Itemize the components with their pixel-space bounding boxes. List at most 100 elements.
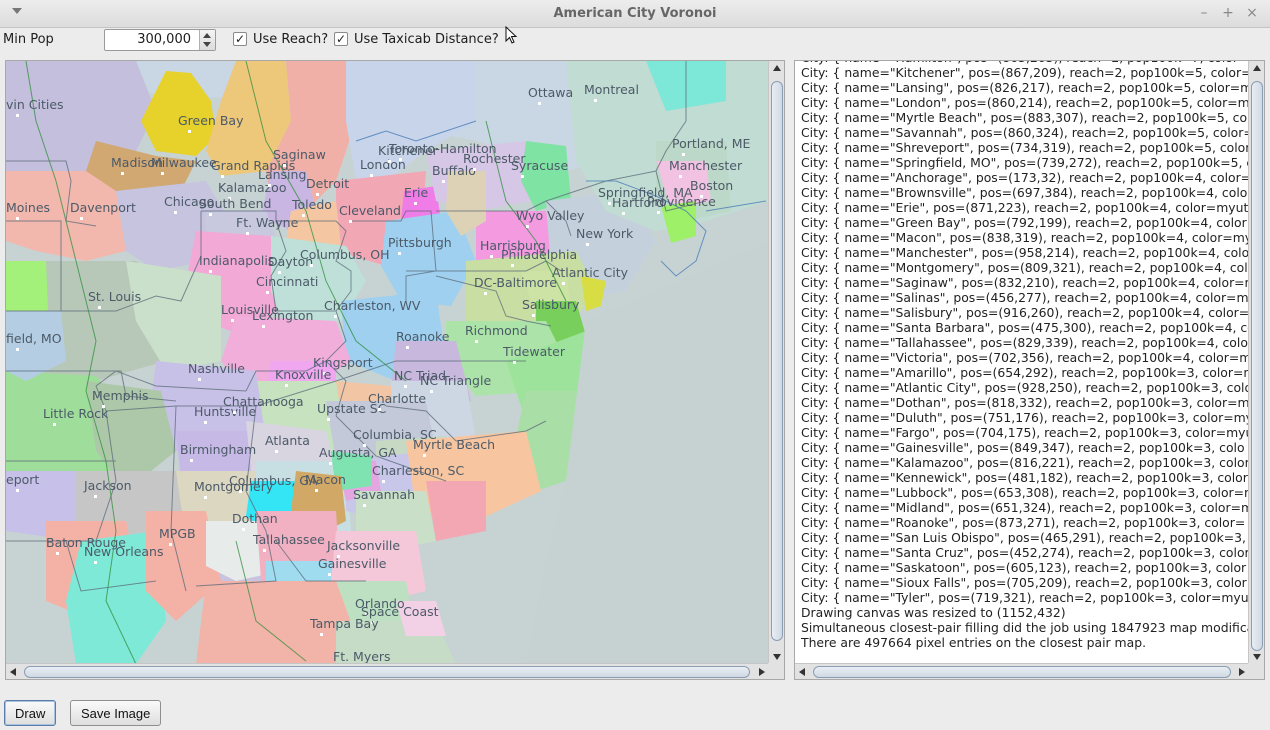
city-label: Indianapolis [199, 253, 275, 268]
map-vertical-scrollbar[interactable] [768, 61, 784, 664]
use-taxicab-checkbox[interactable]: ✓ [334, 32, 348, 46]
city-label: Charlotte [368, 391, 427, 406]
min-pop-spinner[interactable]: 300,000 [104, 29, 216, 51]
use-reach-label[interactable]: Use Reach? [253, 32, 328, 47]
city-label: Madison [111, 155, 163, 170]
min-pop-label: Min Pop [3, 32, 54, 47]
city-dot [586, 243, 589, 246]
city-label: Charleston, WV [324, 298, 421, 313]
log-line: City: { name="Kennewick", pos=(481,182),… [801, 470, 1249, 485]
city-label: Charleston, SC [372, 463, 465, 478]
log-vertical-scrollbar[interactable] [1248, 61, 1264, 664]
city-label: Wyo Valley [516, 208, 585, 223]
scroll-down-icon[interactable] [1253, 654, 1261, 660]
map-vertical-scroll-thumb[interactable] [771, 81, 783, 641]
city-label: Kalamazoo [218, 180, 287, 195]
log-horizontal-scrollbar[interactable] [795, 663, 1249, 679]
voronoi-map-canvas[interactable]: vin Cities Green Bay Milwaukee Madison Grand… [6, 61, 769, 664]
log-line: City: { name="Montgomery", pos=(809,321)… [801, 260, 1249, 275]
city-dot [16, 489, 19, 492]
spinner-up-icon[interactable] [203, 33, 211, 38]
city-dot [174, 211, 177, 214]
city-label: Tallahassee [253, 532, 325, 547]
scroll-right-icon[interactable] [759, 668, 765, 676]
city-dot [121, 172, 124, 175]
log-line: City: { name="Green Bay", pos=(792,199),… [801, 215, 1249, 230]
use-taxicab-label[interactable]: Use Taxicab Distance? [354, 32, 499, 47]
log-lines: City: { name="Hamilton", pos=(863,205), … [801, 61, 1249, 650]
maximize-button[interactable]: + [1219, 4, 1237, 22]
save-image-button[interactable]: Save Image [70, 700, 162, 726]
log-text-area[interactable]: City: { name="Hamilton", pos=(863,205), … [795, 61, 1249, 664]
city-dot [302, 214, 305, 217]
minimize-button[interactable]: – [1195, 4, 1213, 22]
city-label: Toledo [292, 197, 332, 212]
city-dot [263, 549, 266, 552]
city-dot [310, 264, 313, 267]
city-label: Chattanooga [223, 394, 304, 409]
city-label: Jacksonville [327, 538, 401, 553]
log-vertical-scroll-thumb[interactable] [1251, 81, 1263, 651]
close-button[interactable]: × [1243, 4, 1261, 22]
scroll-left-icon[interactable] [10, 668, 16, 676]
scroll-up-icon[interactable] [1253, 65, 1261, 71]
city-label: MPGB [159, 526, 196, 541]
map-horizontal-scrollbar[interactable] [6, 663, 769, 679]
map-horizontal-scroll-thumb[interactable] [24, 666, 750, 678]
city-dot [414, 202, 417, 205]
city-dot [94, 495, 97, 498]
city-label: Richmond [465, 323, 528, 338]
options-toolbar: Min Pop 300,000 ✓ Use Reach? ✓ Use Taxic… [0, 26, 1270, 56]
log-line: City: { name="Roanoke", pos=(873,271), r… [801, 515, 1246, 530]
log-line: City: { name="Manchester", pos=(958,214)… [801, 245, 1249, 260]
log-line: There are 497664 pixel entries on the cl… [801, 635, 1147, 650]
city-label: New Orleans [84, 544, 164, 559]
log-line: City: { name="Lansing", pos=(826,217), r… [801, 80, 1249, 95]
log-line: City: { name="Fargo", pos=(704,175), rea… [801, 425, 1249, 440]
city-label: Portland, ME [672, 136, 751, 151]
city-dot [679, 175, 682, 178]
city-dot [334, 315, 337, 318]
city-dot [484, 292, 487, 295]
draw-button[interactable]: Draw [4, 700, 57, 726]
log-horizontal-scroll-thumb[interactable] [813, 666, 1231, 678]
city-dot [513, 361, 516, 364]
city-dot [169, 543, 172, 546]
log-line: City: { name="Tallahassee", pos=(829,339… [801, 335, 1248, 350]
use-reach-checkbox[interactable]: ✓ [233, 32, 247, 46]
log-line: City: { name="Duluth", pos=(751,176), re… [801, 410, 1249, 425]
log-line: City: { name="Atlantic City", pos=(928,2… [801, 380, 1249, 395]
spinner-down-icon[interactable] [203, 42, 211, 47]
city-dot [473, 168, 476, 171]
city-dot [562, 282, 565, 285]
log-scroll-pane[interactable]: City: { name="Hamilton", pos=(863,205), … [794, 60, 1265, 680]
min-pop-value[interactable]: 300,000 [137, 32, 191, 47]
city-dot [209, 270, 212, 273]
city-label: Boston [690, 178, 734, 193]
city-dot [16, 114, 19, 117]
city-label: Moines [6, 200, 51, 215]
log-line: City: { name="Springfield, MO", pos=(739… [801, 155, 1249, 170]
city-label: Atlanta [265, 433, 310, 448]
city-dot [316, 193, 319, 196]
scroll-right-icon[interactable] [1239, 668, 1245, 676]
log-line: City: { name="Anchorage", pos=(173,32), … [801, 170, 1249, 185]
city-dot [266, 291, 269, 294]
city-dot [378, 408, 381, 411]
log-line: City: { name="Saginaw", pos=(832,210), r… [801, 275, 1249, 290]
scroll-left-icon[interactable] [799, 668, 805, 676]
scroll-corner [768, 663, 784, 679]
city-label: Nashville [188, 361, 245, 376]
city-label: Salisbury [522, 297, 580, 312]
city-dot [204, 421, 207, 424]
scroll-up-icon[interactable] [773, 65, 781, 71]
city-dot [233, 411, 236, 414]
log-line: City: { name="Salisbury", pos=(916,260),… [801, 305, 1249, 320]
city-dot [370, 174, 373, 177]
city-dot [532, 314, 535, 317]
city-dot [399, 158, 402, 161]
city-label: Saginaw [273, 147, 326, 162]
map-scroll-pane[interactable]: vin Cities Green Bay Milwaukee Madison Grand… [5, 60, 785, 680]
scroll-down-icon[interactable] [773, 654, 781, 660]
city-label: St. Louis [88, 289, 142, 304]
